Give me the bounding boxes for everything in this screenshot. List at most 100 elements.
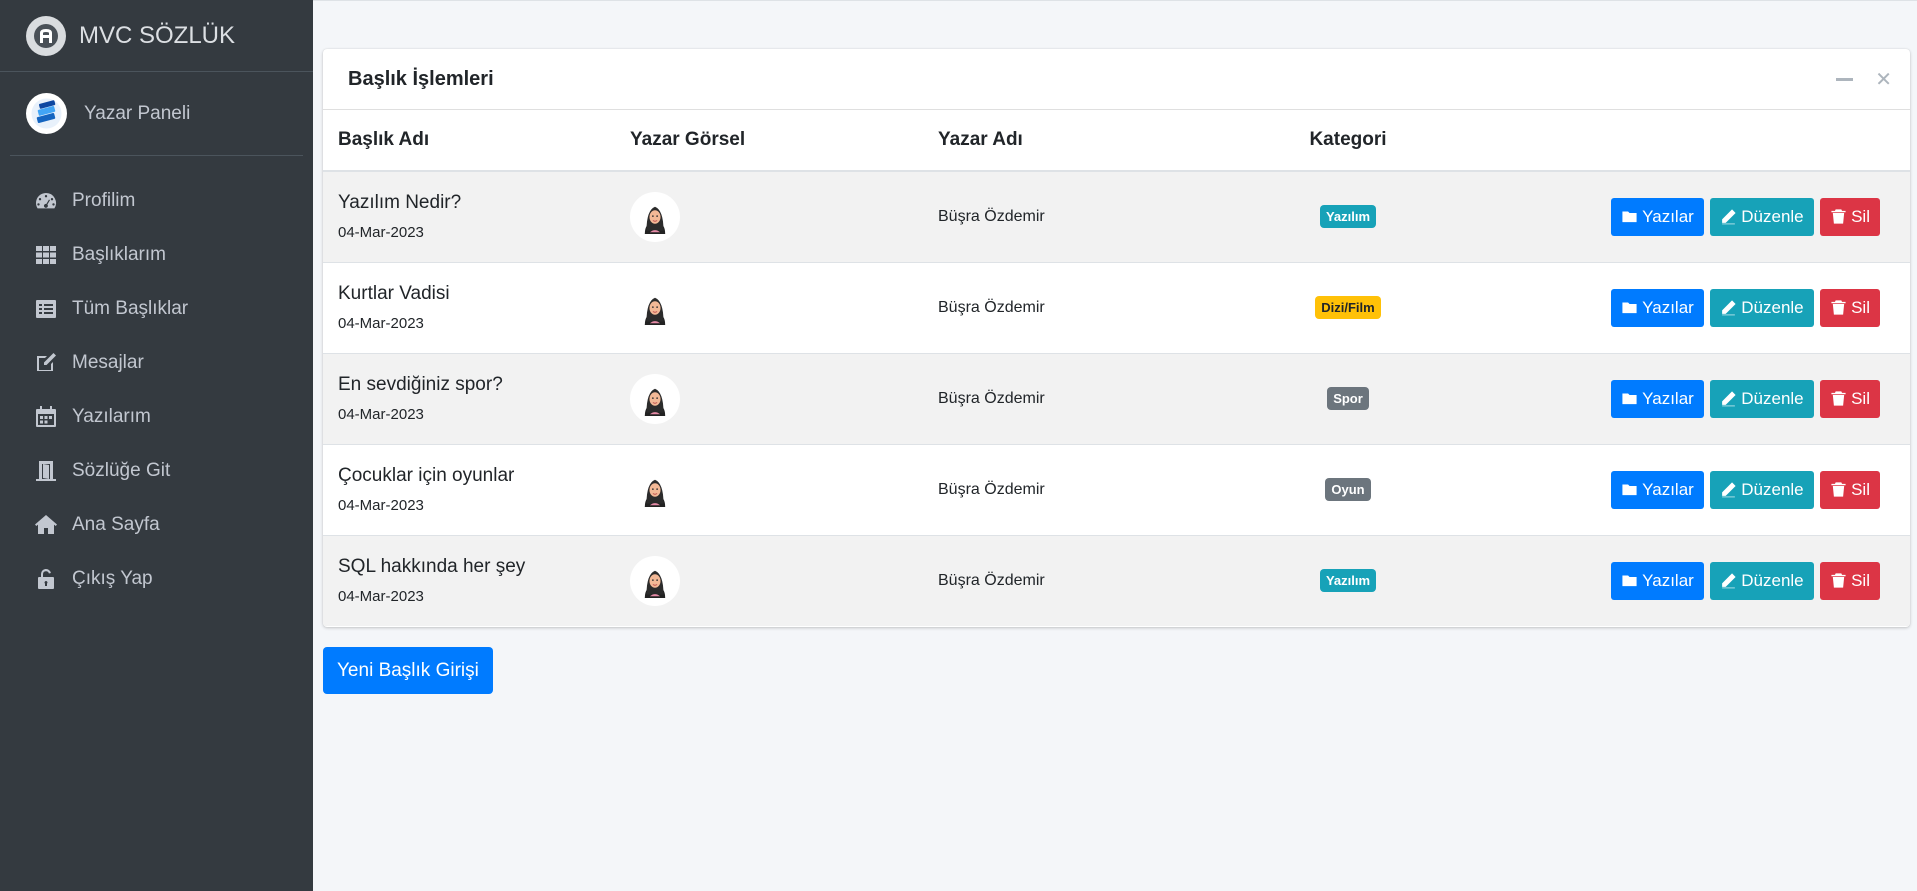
sidebar-item-mesajlar[interactable]: Mesajlar [0,336,313,390]
category-cell: Dizi/Film [1268,261,1428,353]
trash-icon [1831,209,1846,224]
card-title: Başlık İşlemleri [348,67,494,90]
pencil-icon [1722,482,1736,498]
pencil-icon [1722,300,1736,316]
tachometer-icon [34,189,58,213]
title-date: 04-Mar-2023 [338,315,424,332]
user-panel[interactable]: Yazar Paneli [10,72,303,156]
title-name: En sevdiğiniz spor? [338,374,503,395]
door-icon [34,459,58,483]
edit-button-label: Düzenle [1741,479,1804,499]
trash-icon [1831,573,1846,588]
title-cell: Çocuklar için oyunlar 04-Mar-2023 [323,443,630,535]
trash-icon [1831,300,1846,315]
table-row: En sevdiğiniz spor? 04-Mar-2023 Büşra Öz… [323,352,1910,444]
posts-button[interactable]: Yazılar [1611,561,1704,600]
category-badge: Dizi/Film [1315,296,1381,319]
posts-button[interactable]: Yazılar [1611,197,1704,236]
close-icon[interactable]: ✕ [1875,67,1892,92]
column-header: Başlık Adı [323,110,630,172]
posts-button-label: Yazılar [1642,479,1694,499]
actions-cell: Yazılar Düzenle Sil [1428,443,1910,535]
sidebar-item-label: Yazılarım [72,406,151,427]
brand-logo-icon [26,15,66,56]
sidebar-item-tum-basliklar[interactable]: Tüm Başlıklar [0,282,313,336]
delete-button-label: Sil [1851,297,1870,317]
delete-button-label: Sil [1851,479,1870,499]
book-icon [26,93,67,134]
table-row: SQL hakkında her şey 04-Mar-2023 Büşra Ö… [323,534,1910,626]
actions-cell: Yazılar Düzenle Sil [1428,261,1910,353]
delete-button[interactable]: Sil [1820,197,1880,236]
delete-button-label: Sil [1851,570,1870,590]
titles-table: Başlık Adı Yazar Görsel Yazar Adı Katego… [323,110,1910,626]
edit-button[interactable]: Düzenle [1710,561,1814,600]
category-badge: Yazılım [1319,205,1377,229]
edit-button[interactable]: Düzenle [1710,379,1814,418]
title-name: Çocuklar için oyunlar [338,465,515,486]
edit-button[interactable]: Düzenle [1710,470,1814,509]
delete-button[interactable]: Sil [1820,379,1880,418]
title-date: 04-Mar-2023 [338,588,424,606]
sidebar-item-yazilarim[interactable]: Yazılarım [0,390,313,444]
category-badge: Spor [1327,387,1369,410]
column-header: Yazar Adı [938,110,1268,172]
folder-icon [1622,393,1637,405]
delete-button[interactable]: Sil [1820,561,1880,600]
author-name: Büşra Özdemir [938,261,1268,353]
trash-icon [1831,391,1846,406]
edit-button-label: Düzenle [1741,388,1804,408]
posts-button[interactable]: Yazılar [1611,470,1704,509]
author-avatar [630,465,680,515]
card-tools: ✕ [1836,49,1892,110]
title-cell: SQL hakkında her şey 04-Mar-2023 [323,534,630,626]
sidebar-item-sozluge-git[interactable]: Sözlüğe Git [0,444,313,498]
author-name: Büşra Özdemir [938,443,1268,535]
edit-button[interactable]: Düzenle [1710,288,1814,327]
actions-cell: Yazılar Düzenle Sil [1428,170,1910,262]
sidebar-nav: Profilim Başlıklarım Tüm Başlıklar Mesaj… [0,174,313,606]
posts-button[interactable]: Yazılar [1611,379,1704,418]
sidebar-item-label: Profilim [72,190,136,211]
column-header: Kategori [1268,110,1428,172]
posts-button[interactable]: Yazılar [1611,288,1704,327]
category-badge: Yazılım [1319,569,1377,593]
sidebar-item-ana-sayfa[interactable]: Ana Sayfa [0,498,313,552]
author-avatar [630,373,680,424]
brand-link[interactable]: MVC SÖZLÜK [0,0,313,72]
edit-button[interactable]: Düzenle [1710,197,1814,236]
column-header: Yazar Görsel [630,110,938,172]
table-row: Çocuklar için oyunlar 04-Mar-2023 Büşra … [323,443,1910,535]
posts-button-label: Yazılar [1642,388,1694,408]
pencil-icon [1722,209,1736,225]
delete-button[interactable]: Sil [1820,288,1880,327]
title-date: 04-Mar-2023 [338,497,424,514]
delete-button-label: Sil [1851,388,1870,408]
title-name: Yazılım Nedir? [338,192,462,214]
grid-icon [34,243,58,267]
minus-icon[interactable] [1836,78,1854,81]
actions-cell: Yazılar Düzenle Sil [1428,534,1910,626]
pencil-icon [1722,391,1736,407]
column-header-actions [1428,110,1910,172]
edit-icon [34,351,58,375]
sidebar-item-label: Çıkış Yap [72,568,153,589]
titles-card: Başlık İşlemleri ✕ Başlık Adı Yazar Görs… [323,49,1910,627]
title-name: Kurtlar Vadisi [338,283,450,304]
sidebar-item-basliklarim[interactable]: Başlıklarım [0,228,313,282]
delete-button[interactable]: Sil [1820,470,1880,509]
sidebar-item-cikis-yap[interactable]: Çıkış Yap [0,552,313,606]
edit-button-label: Düzenle [1741,206,1804,226]
category-cell: Yazılım [1268,170,1428,262]
category-cell: Oyun [1268,443,1428,535]
category-badge: Oyun [1325,478,1371,501]
edit-button-label: Düzenle [1741,570,1804,590]
new-title-button[interactable]: Yeni Başlık Girişi [323,647,493,694]
sidebar-item-label: Başlıklarım [72,244,166,265]
table-row: Kurtlar Vadisi 04-Mar-2023 Büşra Özdemir… [323,261,1910,353]
brand-text: MVC SÖZLÜK [79,21,236,49]
table-row: Yazılım Nedir? 04-Mar-2023 Büşra Özdemir… [323,170,1910,262]
author-image-cell [630,261,938,353]
sidebar-item-profilim[interactable]: Profilim [0,174,313,228]
author-name: Büşra Özdemir [938,352,1268,444]
